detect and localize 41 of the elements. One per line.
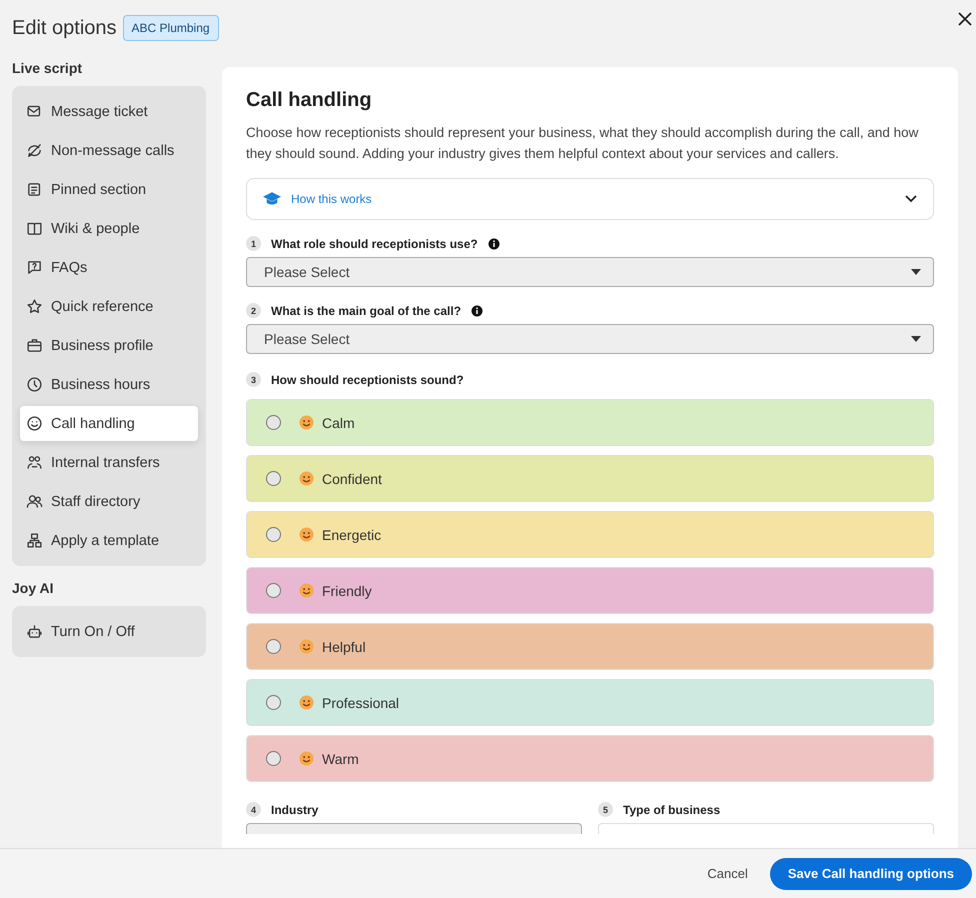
save-button[interactable]: Save Call handling options [770, 858, 972, 890]
tone-option[interactable]: Professional [246, 679, 934, 726]
sidebar-item[interactable]: Internal transfers [20, 445, 198, 480]
sidebar-item[interactable]: Message ticket [20, 94, 198, 129]
dialog-title: Edit options [12, 16, 117, 40]
sidebar-item[interactable]: Turn On / Off [20, 614, 198, 649]
sidebar-item[interactable]: Non-message calls [20, 133, 198, 168]
tone-option[interactable]: Helpful [246, 623, 934, 670]
section-heading: Call handling [246, 89, 373, 112]
step-number: 3 [246, 372, 261, 387]
business-badge: ABC Plumbing [122, 15, 219, 41]
sidebar-item[interactable]: Wiki & people [20, 211, 198, 246]
sidebar-item[interactable]: Business hours [20, 367, 198, 402]
tone-option[interactable]: Confident [246, 455, 934, 502]
section-title: Joy AI [12, 579, 54, 598]
select-field[interactable]: Please Select [246, 324, 934, 354]
field-label: Industry [271, 802, 318, 816]
sidebar-item[interactable]: Staff directory [20, 484, 198, 519]
question-label: What is the main goal of the call? [271, 304, 462, 318]
step-number: 4 [246, 802, 261, 817]
field-label: Type of business [623, 802, 720, 816]
tone-option[interactable]: Warm [246, 735, 934, 782]
question-label: How should receptionists sound? [271, 372, 464, 386]
section-title: Live script [12, 59, 84, 78]
sidebar-item[interactable]: FAQs [20, 250, 198, 285]
question-label: What role should receptionists use? [271, 236, 478, 250]
tone-option[interactable]: Friendly [246, 567, 934, 614]
tone-option[interactable]: Energetic [246, 511, 934, 558]
description-text: Choose how receptionists should represent your business, what they should accomplish during the call, and how they should sound. Adding your industry gives them helpful context about your services and callers. [246, 124, 920, 163]
select-field[interactable]: Please Select [246, 257, 934, 287]
sidebar-item[interactable]: Business profile [20, 328, 198, 363]
step-number: 2 [246, 303, 261, 318]
step-number: 1 [246, 236, 261, 251]
how-this-works-toggle[interactable]: How this works [246, 178, 934, 220]
tone-option[interactable]: Calm [246, 399, 934, 446]
sidebar-item[interactable]: Quick reference [20, 289, 198, 324]
step-number: 5 [598, 802, 613, 817]
sidebar-item[interactable]: Apply a template [20, 523, 198, 558]
cancel-button[interactable]: Cancel [705, 860, 750, 887]
sidebar-item[interactable]: Call handling [20, 406, 198, 441]
sidebar-item[interactable]: Pinned section [20, 172, 198, 207]
